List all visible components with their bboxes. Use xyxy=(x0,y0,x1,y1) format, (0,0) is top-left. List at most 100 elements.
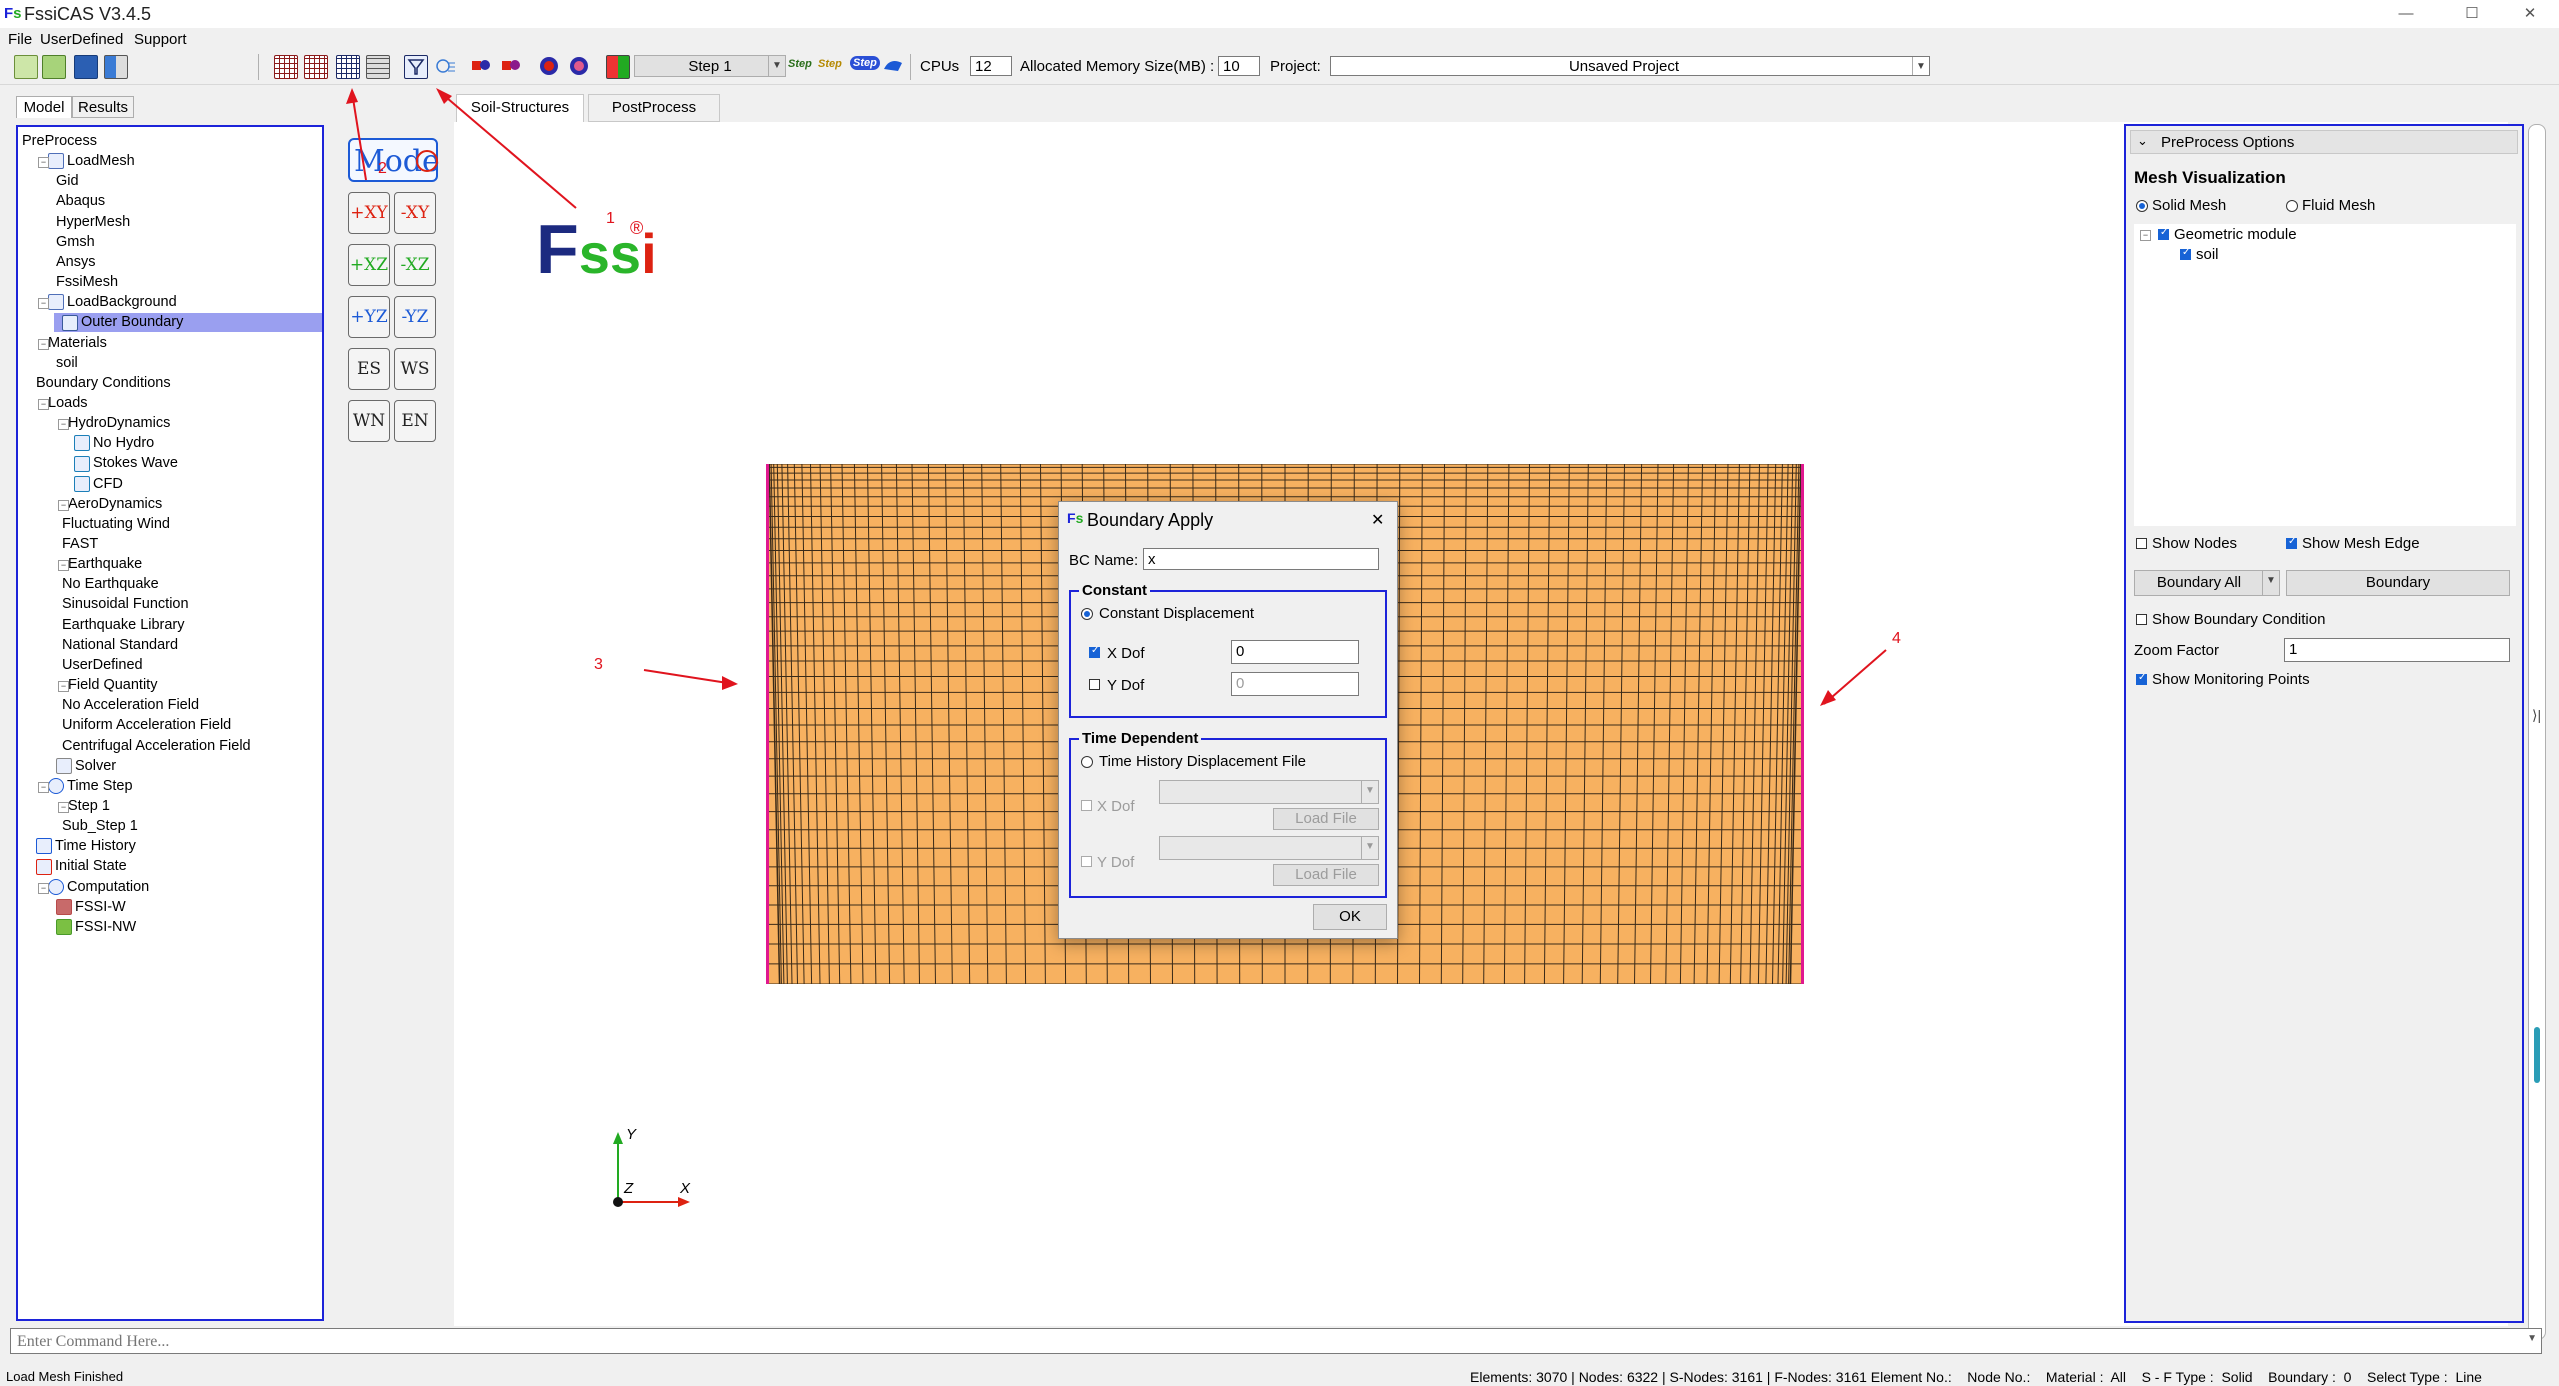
panel-toggle-icon[interactable]: ⟩| xyxy=(2532,707,2541,724)
tree-item[interactable]: Ansys xyxy=(56,253,96,272)
boundary-red-2-icon[interactable] xyxy=(500,55,522,77)
menu-file[interactable]: File xyxy=(8,31,32,48)
tree-item[interactable]: PreProcess xyxy=(22,132,97,151)
cpus-input[interactable]: 12 xyxy=(970,56,1012,76)
tree-item[interactable]: FSSI-W xyxy=(56,898,126,917)
project-select[interactable]: Unsaved Project ▼ xyxy=(1330,56,1930,76)
close-window-button[interactable]: ✕ xyxy=(2510,2,2550,26)
dialog-close-icon[interactable]: ✕ xyxy=(1371,510,1384,530)
tree-item[interactable]: Sinusoidal Function xyxy=(62,595,189,614)
load-file-button-2[interactable]: Load File xyxy=(1273,864,1379,886)
tree-item[interactable]: − Computation xyxy=(38,878,149,897)
load-file-button-1[interactable]: Load File xyxy=(1273,808,1379,830)
tab-soil-structures[interactable]: Soil-Structures xyxy=(456,94,584,122)
y-dof-input[interactable]: 0 xyxy=(1231,672,1359,696)
new-file-icon[interactable] xyxy=(14,55,38,79)
boundary-button[interactable]: Boundary xyxy=(2286,570,2510,596)
bc-name-input[interactable]: x xyxy=(1143,548,1379,570)
mesh-grid-2-icon[interactable] xyxy=(304,55,328,79)
mesh-box-icon[interactable] xyxy=(366,55,390,79)
funnel-icon[interactable] xyxy=(404,55,428,79)
step-select[interactable]: Step 1 ▼ xyxy=(634,55,786,77)
expand-icon[interactable]: − xyxy=(38,781,49,793)
mesh-grid-icon[interactable] xyxy=(274,55,298,79)
tree-item[interactable]: Initial State xyxy=(36,857,127,876)
save-as-icon[interactable] xyxy=(104,55,128,79)
tree-item[interactable]: FssiMesh xyxy=(56,273,118,292)
tab-model[interactable]: Model xyxy=(16,96,72,118)
soil-checkbox[interactable] xyxy=(2180,247,2191,260)
tree-item[interactable]: soil xyxy=(56,354,78,373)
geometric-module-checkbox[interactable] xyxy=(2158,227,2169,240)
td-y-file-select[interactable]: ▼ xyxy=(1159,836,1379,860)
view-button[interactable]: -XZ xyxy=(394,244,436,286)
preprocess-options-header[interactable]: ⌄ PreProcess Options xyxy=(2130,130,2518,154)
td-x-file-select[interactable]: ▼ xyxy=(1159,780,1379,804)
td-y-dof-checkbox[interactable] xyxy=(1081,856,1092,867)
memory-input[interactable]: 10 xyxy=(1218,56,1260,76)
view-button[interactable]: EN xyxy=(394,400,436,442)
view-button[interactable]: WN xyxy=(348,400,390,442)
menu-support[interactable]: Support xyxy=(134,31,187,48)
globe-2-icon[interactable] xyxy=(568,55,590,77)
time-history-icon[interactable] xyxy=(434,55,456,77)
color-palette-icon[interactable] xyxy=(606,55,630,79)
expand-icon[interactable]: − xyxy=(58,801,69,813)
expand-icon[interactable]: − xyxy=(38,398,49,410)
tree-item[interactable]: Earthquake Library xyxy=(62,616,185,635)
expand-icon[interactable]: − xyxy=(38,338,49,350)
command-input[interactable] xyxy=(11,1329,2519,1355)
expand-icon[interactable]: − xyxy=(38,882,49,894)
mesh-grid-blue-icon[interactable] xyxy=(336,55,360,79)
expand-icon[interactable]: − xyxy=(38,157,49,169)
globe-icon[interactable] xyxy=(538,55,560,77)
scroll-thumb[interactable] xyxy=(2534,1027,2540,1083)
tree-item[interactable]: No Earthquake xyxy=(62,575,159,594)
open-file-icon[interactable] xyxy=(42,55,66,79)
tree-item[interactable]: FSSI-NW xyxy=(56,918,136,937)
tree-item[interactable]: Time History xyxy=(36,837,136,856)
expand-icon[interactable]: − xyxy=(38,298,49,310)
tree-item[interactable]: Uniform Acceleration Field xyxy=(62,716,231,735)
tree-item[interactable]: CFD xyxy=(74,475,123,494)
x-dof-checkbox[interactable] xyxy=(1089,645,1100,658)
tree-item[interactable]: UserDefined xyxy=(62,656,143,675)
tree-item[interactable]: Gmsh xyxy=(56,233,95,252)
view-button[interactable]: +XZ xyxy=(348,244,390,286)
step-button-1[interactable]: Step xyxy=(788,58,812,70)
tree-item[interactable]: − Step 1 xyxy=(58,797,110,816)
show-mesh-edge-checkbox[interactable] xyxy=(2286,536,2297,549)
tree-item[interactable]: No Hydro xyxy=(74,434,154,453)
tree-item[interactable]: − LoadMesh xyxy=(38,152,135,171)
save-icon[interactable] xyxy=(74,55,98,79)
tree-item[interactable]: − Loads xyxy=(38,394,88,413)
time-history-radio[interactable] xyxy=(1081,756,1093,768)
solid-mesh-radio[interactable] xyxy=(2136,200,2148,212)
tree-item[interactable]: FAST xyxy=(62,535,98,554)
tree-item[interactable]: − HydroDynamics xyxy=(58,414,170,433)
view-button[interactable]: -XY xyxy=(394,192,436,234)
tree-item[interactable]: − Time Step xyxy=(38,777,133,796)
step-button-2[interactable]: Step xyxy=(818,58,842,70)
view-button[interactable]: ES xyxy=(348,348,390,390)
tree-item[interactable]: No Acceleration Field xyxy=(62,696,199,715)
tree-item[interactable]: − Earthquake xyxy=(58,555,142,574)
minimize-button[interactable]: — xyxy=(2386,2,2426,26)
tree-item[interactable]: − AeroDynamics xyxy=(58,495,162,514)
show-nodes-checkbox[interactable] xyxy=(2136,538,2147,549)
expand-icon[interactable]: − xyxy=(2140,230,2151,241)
tree-item[interactable]: Outer Boundary xyxy=(54,313,322,333)
boundary-red-icon[interactable] xyxy=(470,55,492,77)
tree-item[interactable]: Boundary Conditions xyxy=(36,374,171,393)
constant-displacement-radio[interactable] xyxy=(1081,608,1093,620)
view-button[interactable]: +YZ xyxy=(348,296,390,338)
ok-button[interactable]: OK xyxy=(1313,904,1387,930)
y-dof-checkbox[interactable] xyxy=(1089,679,1100,690)
tree-item[interactable]: Gid xyxy=(56,172,79,191)
tree-item[interactable]: − Field Quantity xyxy=(58,676,157,695)
menu-userdefined[interactable]: UserDefined xyxy=(40,31,123,48)
tab-postprocess[interactable]: PostProcess xyxy=(588,94,720,122)
fluid-mesh-radio[interactable] xyxy=(2286,200,2298,212)
show-bc-checkbox[interactable] xyxy=(2136,614,2147,625)
zoom-factor-input[interactable]: 1 xyxy=(2284,638,2510,662)
